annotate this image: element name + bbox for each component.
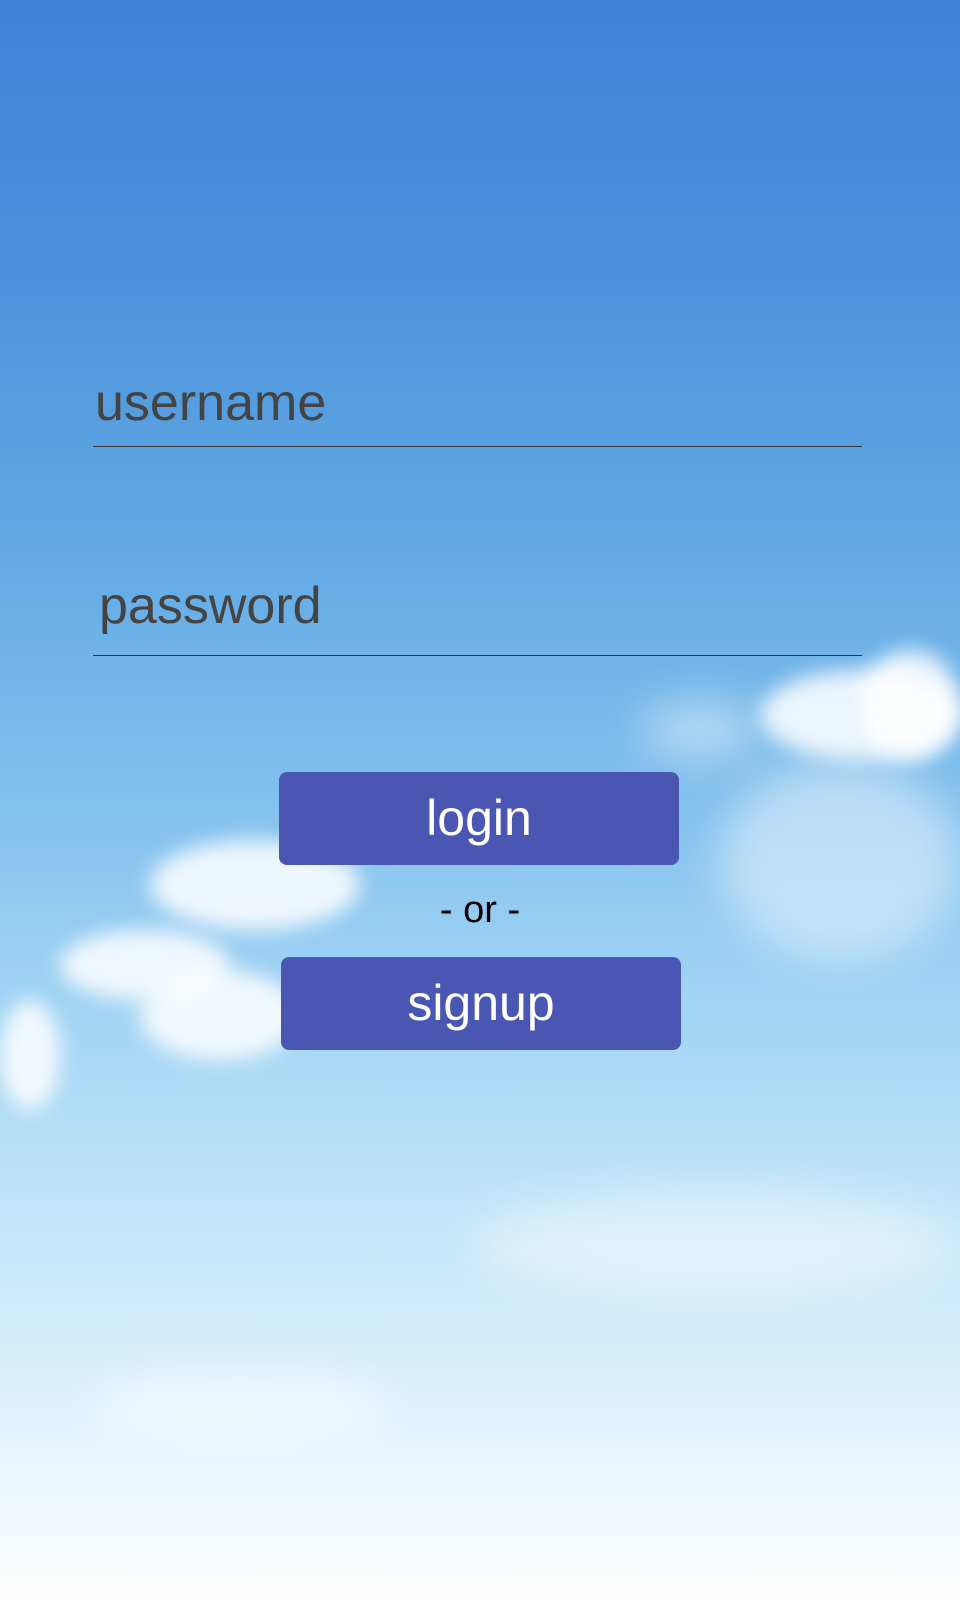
cloud: [860, 650, 960, 760]
or-divider: - or -: [439, 889, 521, 931]
cloud: [0, 1000, 60, 1110]
cloud: [720, 760, 960, 960]
cloud: [640, 700, 760, 760]
cloud: [470, 1190, 960, 1300]
cloud: [90, 1370, 390, 1440]
cloud: [140, 970, 300, 1060]
login-screen: login - or - signup: [0, 0, 960, 1600]
login-button[interactable]: login: [279, 772, 679, 865]
signup-button[interactable]: signup: [281, 957, 681, 1050]
password-input[interactable]: [93, 556, 862, 656]
username-input[interactable]: [93, 360, 862, 447]
